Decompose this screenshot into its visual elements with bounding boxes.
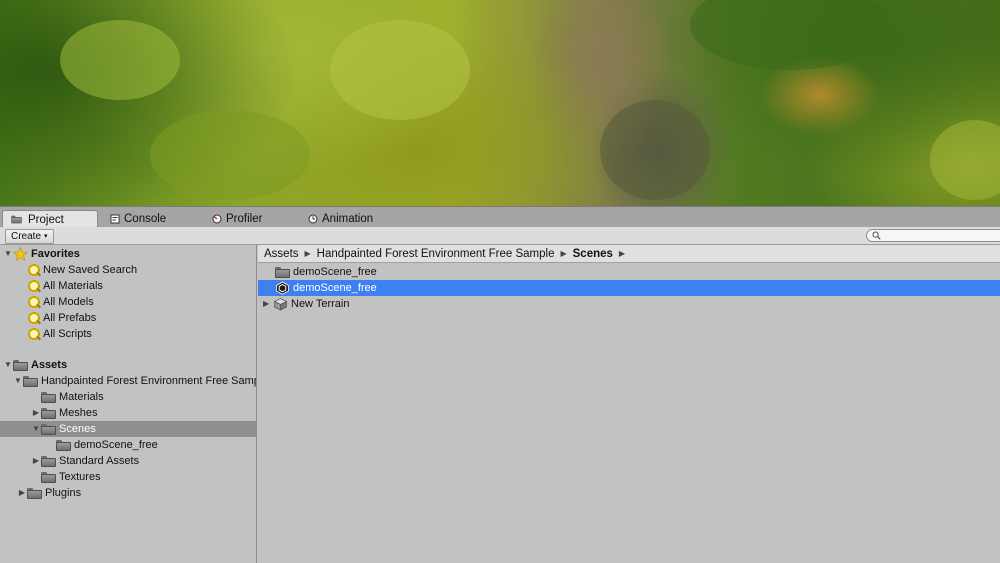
breadcrumb-separator-icon: ▶ [560, 249, 567, 258]
folder-icon [41, 423, 56, 435]
breadcrumb-separator-icon: ▶ [304, 249, 311, 258]
tree-item-plugins[interactable]: ▶ Plugins [0, 485, 256, 501]
tree-item-demoscene-free[interactable]: demoScene_free [0, 437, 256, 453]
tab-console[interactable]: Console [104, 210, 204, 228]
favorite-new-saved-search[interactable]: New Saved Search [0, 262, 256, 278]
folder-icon [41, 455, 56, 467]
search-field[interactable] [866, 229, 1000, 242]
profiler-icon [212, 214, 222, 224]
collapse-arrow-icon[interactable]: ▶ [31, 405, 41, 421]
breadcrumb: Assets ▶ Handpainted Forest Environment … [258, 245, 1000, 263]
create-button[interactable]: Create ▾ [5, 229, 54, 244]
project-tree: ▼ Favorites New Saved Search All Materia… [0, 245, 257, 563]
unity-scene-icon [276, 281, 289, 295]
folder-icon [13, 359, 28, 371]
tree-item-standard-assets[interactable]: ▶ Standard Assets [0, 453, 256, 469]
expand-arrow-icon[interactable]: ▼ [3, 357, 13, 373]
collapse-arrow-icon[interactable]: ▶ [31, 453, 41, 469]
breadcrumb-scenes[interactable]: Scenes [573, 248, 613, 260]
foliage [150, 110, 310, 200]
tree-item-handpainted-forest[interactable]: ▼ Handpainted Forest Environment Free Sa… [0, 373, 256, 389]
asset-item-demoscene-folder[interactable]: demoScene_free [258, 264, 1000, 280]
favorite-all-materials[interactable]: All Materials [0, 278, 256, 294]
breadcrumb-handpainted-forest[interactable]: Handpainted Forest Environment Free Samp… [317, 248, 555, 260]
dropdown-arrow-icon: ▾ [44, 233, 48, 240]
assets-header[interactable]: ▼ Assets [0, 357, 256, 373]
breadcrumb-assets[interactable]: Assets [264, 248, 299, 260]
star-icon [13, 247, 28, 261]
search-icon [872, 231, 881, 240]
favorite-all-scripts[interactable]: All Scripts [0, 326, 256, 342]
console-icon [110, 214, 120, 224]
favorites-header[interactable]: ▼ Favorites [0, 246, 256, 262]
saved-search-icon [27, 311, 40, 325]
favorite-all-prefabs[interactable]: All Prefabs [0, 310, 256, 326]
tab-profiler[interactable]: Profiler [206, 210, 302, 228]
tab-project[interactable]: Project [2, 210, 98, 228]
folder-icon [41, 391, 56, 403]
collapse-arrow-icon[interactable]: ▶ [17, 485, 27, 501]
saved-search-icon [27, 279, 40, 293]
saved-search-icon [27, 263, 40, 277]
tree-canopy [690, 0, 890, 70]
folder-icon [41, 471, 56, 483]
folder-icon [275, 266, 290, 278]
tree-item-meshes[interactable]: ▶ Meshes [0, 405, 256, 421]
expand-arrow-icon[interactable]: ▼ [3, 246, 13, 262]
project-toolbar: Create ▾ [0, 227, 1000, 245]
project-content-pane: Assets ▶ Handpainted Forest Environment … [258, 245, 1000, 563]
saved-search-icon [27, 327, 40, 341]
scene-view[interactable] [0, 0, 1000, 206]
asset-item-new-terrain[interactable]: ▶ New Terrain [258, 296, 1000, 312]
foliage [60, 20, 180, 100]
tree-item-scenes[interactable]: ▼ Scenes [0, 421, 256, 437]
folder-icon [27, 487, 42, 499]
tab-animation[interactable]: Animation [302, 210, 412, 228]
breadcrumb-separator-icon: ▶ [618, 249, 626, 258]
folder-icon [56, 439, 71, 451]
expand-arrow-icon[interactable]: ▼ [13, 373, 23, 389]
tree-item-textures[interactable]: Textures [0, 469, 256, 485]
clock-icon [308, 214, 318, 224]
foliage [930, 120, 1000, 200]
panel-tab-bar: Project Console Profiler Animation [0, 206, 1000, 228]
foliage [330, 20, 470, 120]
path-shadow [600, 100, 710, 200]
favorite-all-models[interactable]: All Models [0, 294, 256, 310]
folder-icon [41, 407, 56, 419]
asset-item-demoscene-scene[interactable]: demoScene_free [258, 280, 1000, 296]
tree-item-materials[interactable]: Materials [0, 389, 256, 405]
folder-icon [23, 375, 38, 387]
terrain-icon [273, 298, 288, 311]
saved-search-icon [27, 295, 40, 309]
collapse-arrow-icon[interactable]: ▶ [263, 296, 273, 312]
search-input[interactable] [883, 231, 993, 242]
folder-icon [11, 215, 22, 224]
expand-arrow-icon[interactable]: ▼ [31, 421, 41, 437]
